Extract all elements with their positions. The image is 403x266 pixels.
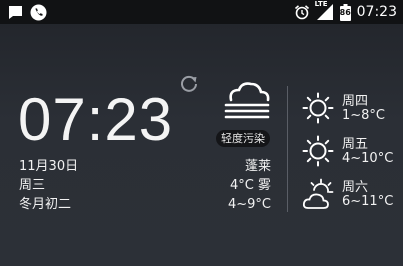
network-label: LTE (314, 0, 328, 8)
city-name: 蓬莱 (244, 159, 271, 174)
forecast-day: 周六 (342, 180, 369, 195)
date-block[interactable]: 11月30日 周三 冬月初二 (19, 157, 78, 214)
partly-cloudy-icon (302, 178, 336, 212)
current-weather-info[interactable]: 蓬莱 4°C 雾 4~9°C (228, 157, 271, 214)
current-temp-range: 4~9°C (227, 197, 271, 212)
sunny-icon (302, 92, 336, 126)
status-bar-time: 07:23 (356, 4, 397, 20)
status-bar: LTE 86 07:23 (0, 0, 403, 24)
forecast-item-saturday[interactable]: 周六 6~11°C (302, 174, 402, 214)
battery-icon: 86 (339, 3, 351, 21)
current-condition: 4°C 雾 (230, 178, 271, 193)
clock-hours: 07 (18, 86, 87, 153)
lunar-date-text: 冬月初二 (19, 197, 72, 212)
fog-icon[interactable] (223, 80, 271, 124)
status-bar-right: LTE 86 07:23 (294, 0, 397, 23)
forecast-temp: 6~11°C (342, 194, 394, 209)
clock-display[interactable]: 07:23 (18, 88, 173, 152)
status-bar-left (7, 3, 47, 21)
forecast-item-friday[interactable]: 周五 4~10°C (302, 131, 402, 171)
weekday-text: 周三 (19, 178, 46, 193)
battery-level: 86 (339, 7, 351, 17)
clock-separator: : (86, 86, 105, 153)
clock-minutes: 23 (104, 86, 174, 153)
notification-icon[interactable] (7, 4, 24, 21)
divider (287, 86, 288, 212)
forecast-item-thursday[interactable]: 周四 1~8°C (302, 88, 402, 128)
date-text: 11月30日 (19, 159, 79, 174)
air-quality-badge[interactable]: 轻度污染 (216, 130, 270, 147)
sunny-icon (302, 135, 336, 169)
forecast-temp: 4~10°C (342, 151, 394, 166)
weather-clock-widget-screen: LTE 86 07:23 07:23 11月30日 周三 冬月初二 轻度污染 蓬… (0, 0, 403, 266)
refresh-icon[interactable] (178, 73, 200, 95)
alarm-icon (294, 4, 310, 20)
phone-icon[interactable] (30, 4, 47, 21)
signal-icon: LTE (314, 0, 334, 21)
forecast-day: 周四 (342, 94, 369, 109)
forecast-day: 周五 (342, 137, 369, 152)
forecast-temp: 1~8°C (342, 108, 386, 123)
